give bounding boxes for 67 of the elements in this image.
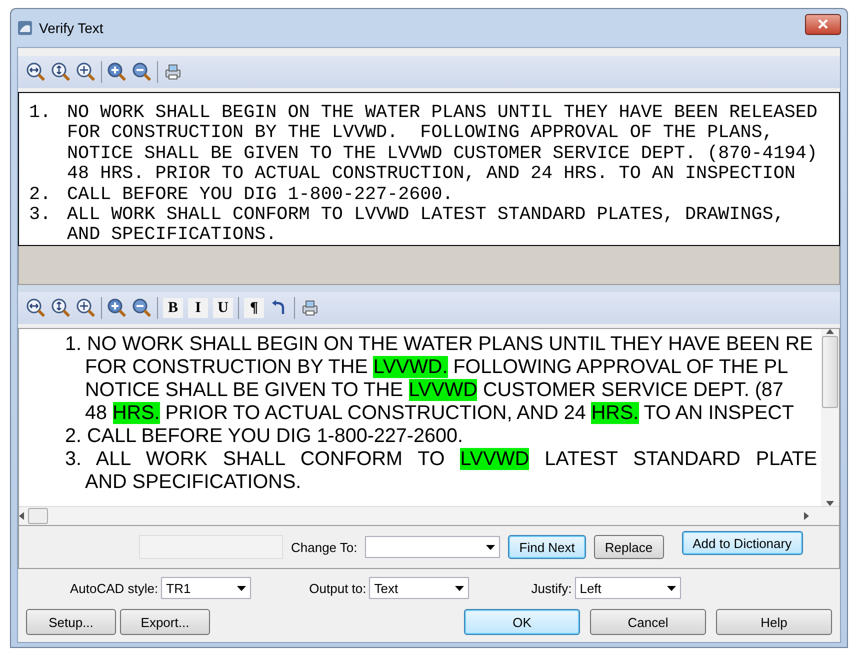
format-button[interactable]: U <box>213 298 233 318</box>
editor-text-line: AND SPECIFICATIONS. <box>84 471 302 494</box>
zoom-extents-icon[interactable] <box>76 62 96 82</box>
button[interactable]: Cancel <box>590 609 706 635</box>
dropdown[interactable]: Left <box>574 577 681 599</box>
field-label: Output to: <box>309 580 366 596</box>
zoom-width-icon[interactable] <box>26 298 46 318</box>
up-arrow-icon[interactable] <box>826 329 834 334</box>
zoom-width-icon[interactable] <box>26 62 46 82</box>
preview-text: ALL WORK SHALL CONFORM TO LVVWD LATEST STANDARD PLATES, DRAWINGS, <box>67 205 784 226</box>
vertical-scrollbar[interactable] <box>821 329 839 506</box>
zoom-extents-icon[interactable] <box>76 298 96 318</box>
editor-text-line: 2. CALL BEFORE YOU DIG 1-800-227-2600. <box>65 425 464 448</box>
down-arrow-icon[interactable] <box>826 501 834 506</box>
button[interactable]: Add to Dictionary <box>682 531 803 555</box>
editor-text-line: 1. NO WORK SHALL BEGIN ON THE WATER PLANS UNTIL THEY HAVE BEEN RE <box>65 333 814 356</box>
button[interactable]: Export... <box>120 609 210 635</box>
button[interactable]: Find Next <box>508 535 586 559</box>
format-button[interactable]: B <box>163 298 183 318</box>
field-label: Justify: <box>531 580 572 596</box>
list-number: 1. <box>29 103 52 125</box>
dropdown-arrow-icon[interactable] <box>486 544 496 550</box>
editor-text-line: 3. ALL WORK SHALL CONFORM TO LVVWD LATEST STANDARD PLATE <box>65 448 818 471</box>
scrollbar-thumb[interactable] <box>822 336 838 408</box>
zoom-in-icon[interactable] <box>107 62 127 82</box>
zoom-height-icon[interactable] <box>51 298 71 318</box>
editor-text-line: NOTICE SHALL BE GIVEN TO THE LVVWD CUSTOMER SERVICE DEPT. (87 <box>84 379 784 402</box>
preview-text: AND SPECIFICATIONS. <box>67 225 278 246</box>
button[interactable]: Setup... <box>26 609 116 635</box>
field-label: Change To: <box>291 540 358 554</box>
dropdown-arrow-icon[interactable] <box>666 586 676 590</box>
close-icon[interactable] <box>818 19 828 29</box>
horizontal-scrollbar[interactable] <box>19 506 839 525</box>
zoom-height-icon[interactable] <box>51 62 71 82</box>
window-title: Verify Text <box>39 20 104 36</box>
field-label: AutoCAD style: <box>70 580 158 596</box>
button[interactable]: Help <box>716 609 832 635</box>
button[interactable]: Replace <box>594 535 664 559</box>
zoom-out-icon[interactable] <box>132 298 152 318</box>
printer-icon[interactable] <box>163 62 183 82</box>
app-icon <box>17 20 33 36</box>
dropdown-value: Left <box>580 580 602 596</box>
dropdown-arrow-icon[interactable] <box>455 586 464 590</box>
preview-text: NO WORK SHALL BEGIN ON THE WATER PLANS UNTIL THEY HAVE BEEN RELEASED <box>67 103 818 124</box>
preview-text: NOTICE SHALL BE GIVEN TO THE LVVWD CUSTOMER SERVICE DEPT. (870-4194) <box>67 144 818 164</box>
right-arrow-icon[interactable] <box>804 512 809 520</box>
preview-text: FOR CONSTRUCTION BY THE LVVWD. FOLLOWING APPROVAL OF THE PLANS, <box>67 123 774 144</box>
dropdown[interactable]: TR1 <box>161 577 252 599</box>
list-number: 3. <box>29 205 52 228</box>
dropdown-value: Text <box>374 580 398 596</box>
scrollbar-thumb[interactable] <box>28 508 48 524</box>
format-button[interactable]: ¶ <box>244 298 264 318</box>
list-number: 2. <box>29 184 52 206</box>
left-arrow-icon[interactable] <box>19 512 24 520</box>
editor-text-line: FOR CONSTRUCTION BY THE LVVWD. FOLLOWING APPROVAL OF THE PL <box>84 356 790 379</box>
zoom-out-icon[interactable] <box>132 62 152 82</box>
close-button[interactable] <box>805 14 841 34</box>
format-button[interactable]: I <box>188 298 208 318</box>
dropdown-value: TR1 <box>166 580 191 596</box>
zoom-in-icon[interactable] <box>107 298 127 318</box>
button[interactable]: OK <box>464 609 580 635</box>
preview-text: 48 HRS. PRIOR TO ACTUAL CONSTRUCTION, AND 24 HRS. TO AN INSPECTION <box>67 164 796 185</box>
dropdown-arrow-icon[interactable] <box>237 586 246 590</box>
dropdown[interactable]: Text <box>369 577 470 599</box>
editor-text-line: 48 HRS. PRIOR TO ACTUAL CONSTRUCTION, AND 24 HRS. TO AN INSPECT <box>84 402 796 425</box>
printer-icon[interactable] <box>300 298 320 318</box>
preview-text: CALL BEFORE YOU DIG 1-800-227-2600. <box>67 184 454 206</box>
